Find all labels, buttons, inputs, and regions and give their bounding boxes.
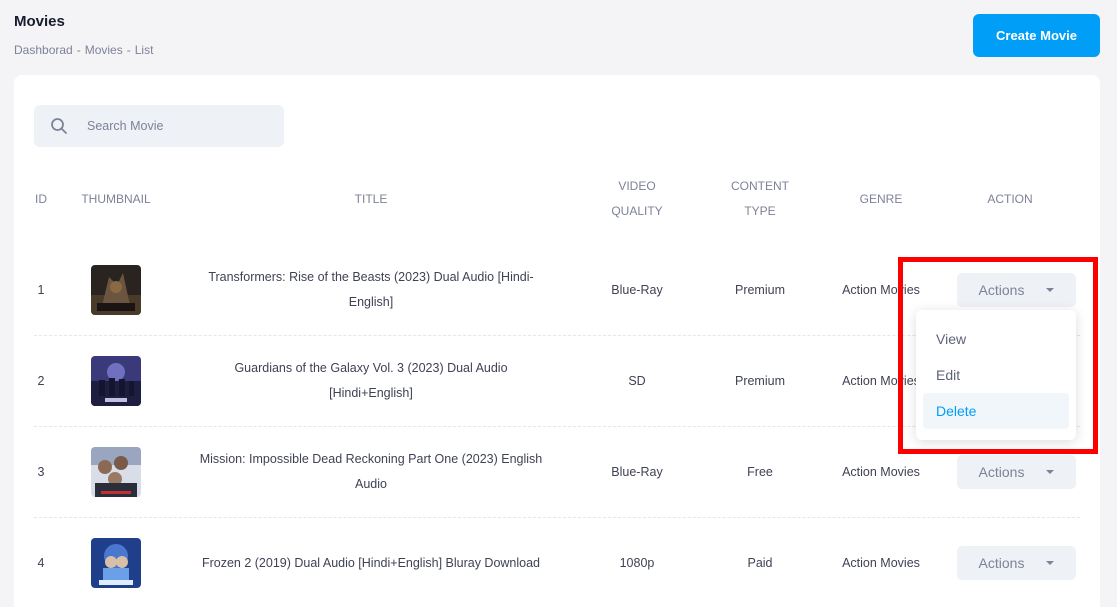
row-1-id: 1 xyxy=(37,283,45,297)
row-3-actions-button[interactable]: Actions xyxy=(957,455,1076,489)
row-2-id: 2 xyxy=(37,374,45,388)
column-header-genre: GENRE xyxy=(859,192,903,206)
caret-down-icon xyxy=(1046,561,1055,565)
row-1-title-line1: Transformers: Rise of the Beasts (2023) … xyxy=(208,270,534,284)
actions-dropdown-menu: View Edit Delete xyxy=(916,310,1076,440)
page-title: Movies xyxy=(14,13,65,30)
search-icon xyxy=(50,117,68,135)
row-1-content-type: Premium xyxy=(734,283,785,297)
breadcrumb-item-movies[interactable]: Movies xyxy=(85,43,123,57)
column-header-video-quality-line2: QUALITY xyxy=(611,204,663,218)
column-header-title: TITLE xyxy=(354,192,388,206)
breadcrumb-item-dashboard[interactable]: Dashborad xyxy=(14,43,73,57)
column-header-id: ID xyxy=(35,192,47,206)
breadcrumb-separator: - xyxy=(126,43,131,57)
row-3-quality: Blue-Ray xyxy=(611,465,663,479)
menu-item-delete[interactable]: Delete xyxy=(923,393,1069,429)
search-box[interactable] xyxy=(34,105,284,147)
column-header-video-quality: VIDEO QUALITY xyxy=(587,174,687,224)
row-4-thumbnail[interactable] xyxy=(91,538,141,588)
row-1-actions-button[interactable]: Actions xyxy=(957,273,1076,307)
breadcrumb-separator: - xyxy=(76,43,81,57)
column-header-action: ACTION xyxy=(987,192,1033,206)
column-header-content-type-line2: TYPE xyxy=(744,204,776,218)
row-2-title-line2: [Hindi+English] xyxy=(329,386,413,400)
row-4-title: Frozen 2 (2019) Dual Audio [Hindi+Englis… xyxy=(201,556,541,570)
search-input[interactable] xyxy=(87,119,267,133)
actions-label: Actions xyxy=(978,464,1025,480)
row-2-title: Guardians of the Galaxy Vol. 3 (2023) Du… xyxy=(186,356,556,406)
row-2-quality: SD xyxy=(628,374,646,388)
row-1-genre: Action Movies xyxy=(842,283,920,297)
row-3-content-type: Free xyxy=(747,465,773,479)
row-1-title: Transformers: Rise of the Beasts (2023) … xyxy=(186,265,556,315)
row-3-genre: Action Movies xyxy=(842,465,920,479)
row-divider xyxy=(34,517,1080,518)
row-4-genre: Action Movies xyxy=(842,556,920,570)
row-2-thumbnail[interactable] xyxy=(91,356,141,406)
row-3-thumbnail[interactable] xyxy=(91,447,141,497)
row-2-content-type: Premium xyxy=(734,374,785,388)
caret-down-icon xyxy=(1046,288,1055,292)
row-1-quality: Blue-Ray xyxy=(611,283,663,297)
row-3-title: Mission: Impossible Dead Reckoning Part … xyxy=(186,447,556,497)
actions-label: Actions xyxy=(978,555,1025,571)
row-3-id: 3 xyxy=(37,465,45,479)
breadcrumb: Dashborad - Movies - List xyxy=(14,43,153,57)
column-header-video-quality-line1: VIDEO xyxy=(618,179,656,193)
row-4-actions-button[interactable]: Actions xyxy=(957,546,1076,580)
row-1-title-line2: English] xyxy=(348,295,394,309)
column-header-content-type-line1: CONTENT xyxy=(731,179,789,193)
row-2-title-line1: Guardians of the Galaxy Vol. 3 (2023) Du… xyxy=(234,361,508,375)
menu-item-view[interactable]: View xyxy=(923,321,1069,357)
caret-down-icon xyxy=(1046,470,1055,474)
row-3-title-line2: Audio xyxy=(355,477,387,491)
column-header-content-type: CONTENT TYPE xyxy=(710,174,810,224)
menu-item-edit[interactable]: Edit xyxy=(923,357,1069,393)
row-1-thumbnail[interactable] xyxy=(91,265,141,315)
row-3-title-line1: Mission: Impossible Dead Reckoning Part … xyxy=(199,452,543,466)
create-movie-button[interactable]: Create Movie xyxy=(973,14,1100,57)
row-4-quality: 1080p xyxy=(619,556,655,570)
row-4-id: 4 xyxy=(37,556,45,570)
row-4-content-type: Paid xyxy=(747,556,773,570)
column-header-thumbnail: THUMBNAIL xyxy=(81,192,151,206)
breadcrumb-item-list: List xyxy=(134,43,154,57)
actions-label: Actions xyxy=(978,282,1025,298)
